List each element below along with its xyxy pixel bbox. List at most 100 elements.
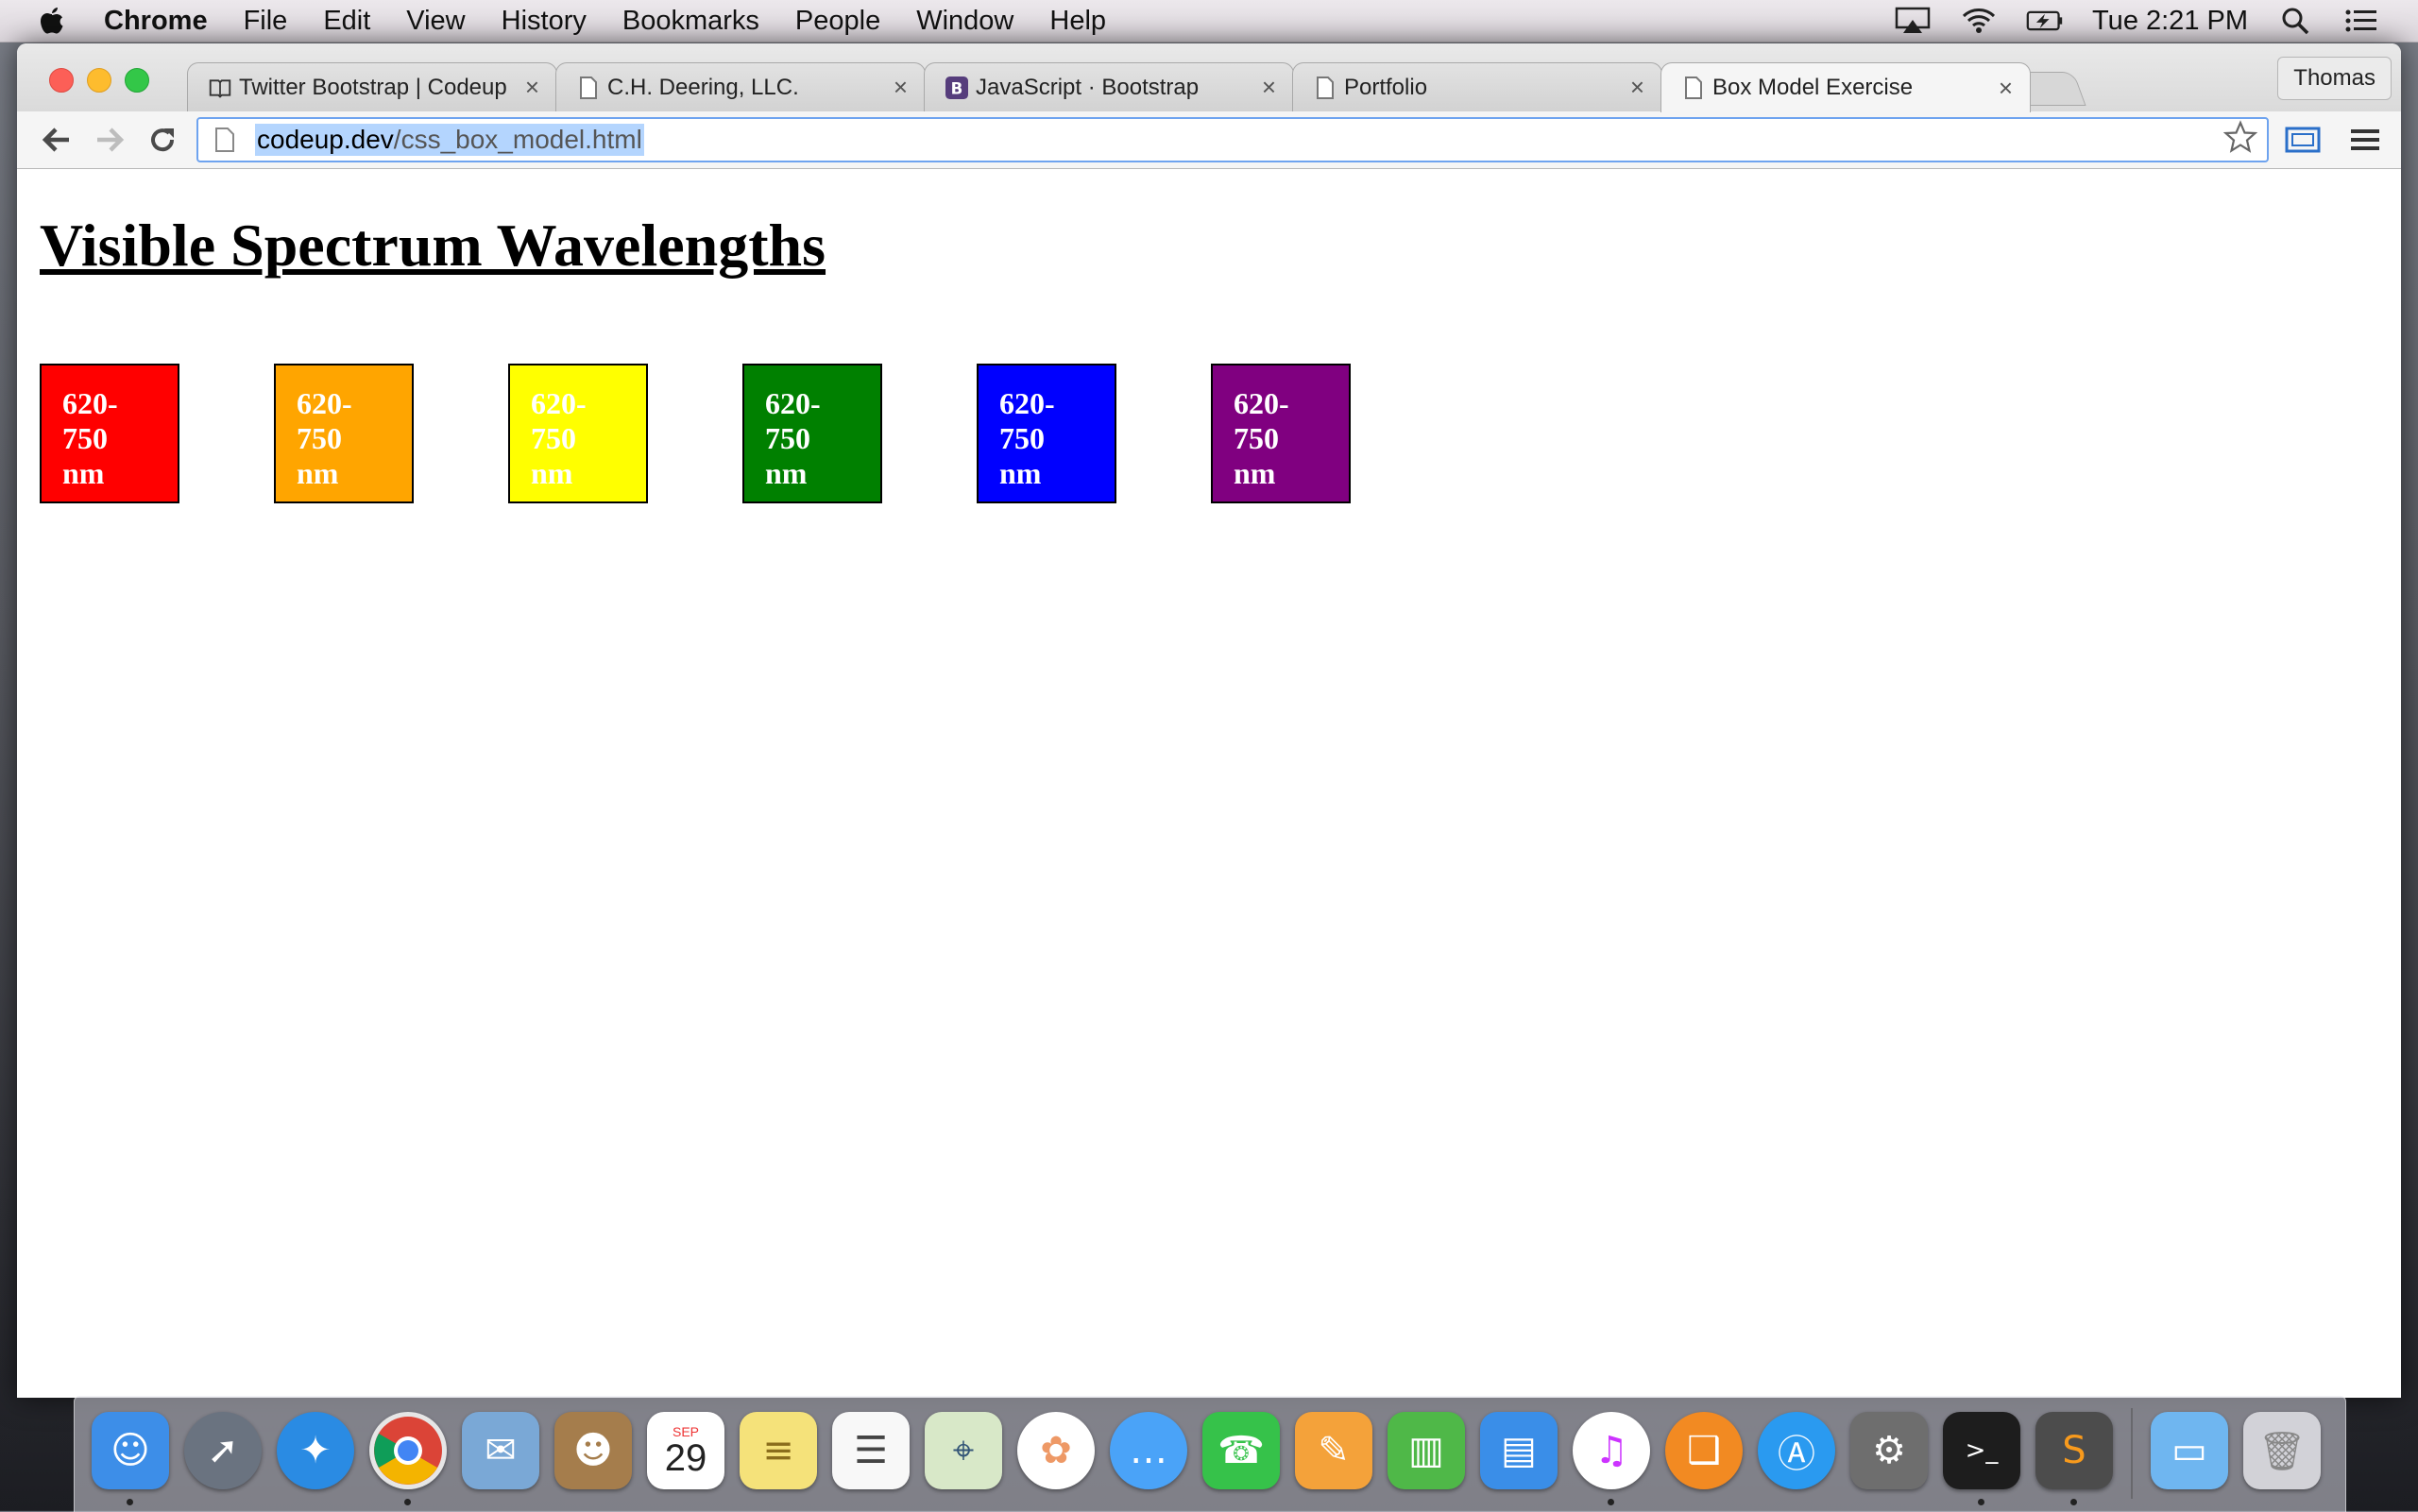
tab-close-icon[interactable]: × xyxy=(1262,73,1276,102)
tab-box-model-exercise[interactable]: Box Model Exercise × xyxy=(1660,62,2031,112)
swatch-label: 620-750 nm xyxy=(297,386,352,490)
svg-text:B: B xyxy=(951,79,963,97)
tab-close-icon[interactable]: × xyxy=(1630,73,1644,102)
itunes-icon[interactable]: ♫ xyxy=(1573,1412,1650,1489)
tab-title: Twitter Bootstrap | Codeup xyxy=(239,74,507,100)
tab-title: C.H. Deering, LLC. xyxy=(607,74,799,100)
menu-app-name[interactable]: Chrome xyxy=(104,6,226,37)
ibooks-icon[interactable]: ❑ xyxy=(1665,1412,1743,1489)
tab-ch-deering[interactable]: C.H. Deering, LLC. × xyxy=(555,62,926,111)
menu-people[interactable]: People xyxy=(777,6,898,37)
notes-icon[interactable]: ≡ xyxy=(740,1412,817,1489)
wifi-icon[interactable] xyxy=(1960,7,1998,35)
browser-toolbar: codeup.dev/css_box_model.html xyxy=(17,111,2401,169)
mail-icon[interactable]: ✉ xyxy=(462,1412,539,1489)
swatch-blue: 620-750 nm xyxy=(977,364,1116,503)
browser-window: Twitter Bootstrap | Codeup × C.H. Deerin… xyxy=(17,43,2401,1398)
battery-icon[interactable] xyxy=(2026,7,2064,35)
running-indicator xyxy=(2070,1499,2077,1505)
page-icon xyxy=(1314,75,1337,101)
tab-strip: Twitter Bootstrap | Codeup × C.H. Deerin… xyxy=(17,43,2401,112)
trash-icon[interactable]: 🗑 xyxy=(2243,1412,2321,1489)
tab-twitter-bootstrap[interactable]: Twitter Bootstrap | Codeup × xyxy=(187,62,557,111)
tab-title: Box Model Exercise xyxy=(1712,75,1914,100)
swatch-purple: 620-750 nm xyxy=(1211,364,1351,503)
app-store-icon[interactable]: Ⓐ xyxy=(1758,1412,1835,1489)
dock-separator xyxy=(2131,1408,2133,1499)
minimize-window-button[interactable] xyxy=(87,68,111,93)
airplay-icon[interactable] xyxy=(1894,7,1932,35)
launchpad-icon[interactable]: ➚ xyxy=(184,1412,262,1489)
calendar-day: 29 xyxy=(664,1437,707,1479)
reminders-icon[interactable]: ☰ xyxy=(832,1412,910,1489)
page-viewport: Visible Spectrum Wavelengths 620-750 nm … xyxy=(17,169,2401,1398)
tab-close-icon[interactable]: × xyxy=(1999,74,2013,103)
swatch-orange: 620-750 nm xyxy=(274,364,414,503)
url-host: codeup.dev xyxy=(257,125,394,154)
profile-button[interactable]: Thomas xyxy=(2277,57,2392,100)
zoom-window-button[interactable] xyxy=(125,68,149,93)
url-path: /css_box_model.html xyxy=(393,125,642,154)
running-indicator xyxy=(127,1499,133,1505)
swatch-label: 620-750 nm xyxy=(531,386,587,490)
spotlight-search-icon[interactable] xyxy=(2276,7,2314,35)
keynote-icon[interactable]: ▤ xyxy=(1480,1412,1558,1489)
finder-icon[interactable]: ☺ xyxy=(92,1412,169,1489)
running-indicator xyxy=(404,1499,411,1505)
pages-icon[interactable]: ✎ xyxy=(1295,1412,1372,1489)
chrome-menu-icon[interactable] xyxy=(2346,121,2384,159)
page-icon xyxy=(208,127,242,153)
menu-window[interactable]: Window xyxy=(898,6,1031,37)
chrome-icon[interactable] xyxy=(369,1412,447,1489)
page-icon xyxy=(1682,75,1705,101)
tab-close-icon[interactable]: × xyxy=(525,73,539,102)
page-heading: Visible Spectrum Wavelengths xyxy=(40,212,826,279)
address-bar[interactable]: codeup.dev/css_box_model.html xyxy=(196,117,2269,162)
menu-view[interactable]: View xyxy=(388,6,483,37)
numbers-icon[interactable]: ▥ xyxy=(1388,1412,1465,1489)
page-icon xyxy=(577,75,600,101)
tab-title: JavaScript · Bootstrap xyxy=(976,74,1200,100)
tab-portfolio[interactable]: Portfolio × xyxy=(1292,62,1662,111)
forward-arrow-icon[interactable] xyxy=(91,121,128,159)
folder-icon[interactable]: ▭ xyxy=(2151,1412,2228,1489)
safari-icon[interactable]: ✦ xyxy=(277,1412,354,1489)
cast-screen-icon[interactable] xyxy=(2284,121,2322,159)
facetime-icon[interactable]: ☎ xyxy=(1202,1412,1280,1489)
contacts-icon[interactable]: ☻ xyxy=(554,1412,632,1489)
swatch-label: 620-750 nm xyxy=(765,386,821,490)
tab-close-icon[interactable]: × xyxy=(894,73,908,102)
close-window-button[interactable] xyxy=(49,68,74,93)
bookmark-star-icon[interactable] xyxy=(2222,119,2258,161)
system-preferences-icon[interactable]: ⚙ xyxy=(1850,1412,1928,1489)
book-icon xyxy=(209,75,231,101)
menu-file[interactable]: File xyxy=(226,6,306,37)
photos-icon[interactable]: ✿ xyxy=(1017,1412,1095,1489)
sublime-text-icon[interactable]: S xyxy=(2035,1412,2113,1489)
menubar-clock[interactable]: Tue 2:21 PM xyxy=(2092,6,2248,37)
menu-help[interactable]: Help xyxy=(1031,6,1124,37)
maps-icon[interactable]: ⌖ xyxy=(925,1412,1002,1489)
address-url[interactable]: codeup.dev/css_box_model.html xyxy=(255,124,644,156)
swatch-label: 620-750 nm xyxy=(999,386,1055,490)
swatch-label: 620-750 nm xyxy=(62,386,118,490)
dock: ☺ ➚ ✦ ✉ ☻ SEP 29 ≡ ☰ ⌖ ✿ … ☎ ✎ ▥ ▤ ♫ ❑ Ⓐ… xyxy=(74,1396,2346,1512)
swatch-red: 620-750 nm xyxy=(40,364,179,503)
terminal-icon[interactable]: >_ xyxy=(1943,1412,2020,1489)
menu-edit[interactable]: Edit xyxy=(305,6,388,37)
messages-icon[interactable]: … xyxy=(1110,1412,1187,1489)
menu-history[interactable]: History xyxy=(484,6,604,37)
running-indicator xyxy=(1978,1499,1984,1505)
tab-javascript-bootstrap[interactable]: B JavaScript · Bootstrap × xyxy=(924,62,1294,111)
swatch-label: 620-750 nm xyxy=(1234,386,1289,490)
tab-title: Portfolio xyxy=(1344,74,1428,100)
swatch-green: 620-750 nm xyxy=(742,364,882,503)
menu-bookmarks[interactable]: Bookmarks xyxy=(604,6,777,37)
reload-icon[interactable] xyxy=(144,121,181,159)
back-arrow-icon[interactable] xyxy=(38,121,76,159)
notification-center-icon[interactable] xyxy=(2342,7,2380,35)
bootstrap-icon: B xyxy=(945,75,968,101)
calendar-icon[interactable]: SEP 29 xyxy=(647,1412,724,1489)
swatch-yellow: 620-750 nm xyxy=(508,364,648,503)
apple-menu-icon[interactable] xyxy=(0,6,104,36)
